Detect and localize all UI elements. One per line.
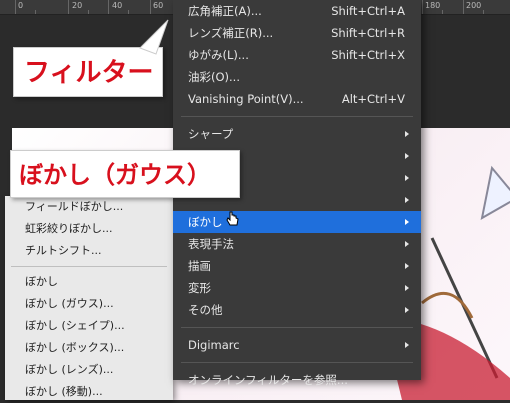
menu-item-render[interactable]: 描画 (173, 255, 421, 277)
submenu-item-lens-blur[interactable]: ぼかし (レンズ)... (5, 359, 173, 381)
submenu-item-box-blur[interactable]: ぼかし (ボックス)... (5, 337, 173, 359)
menu-item-shortcut: Alt+Ctrl+V (341, 92, 405, 106)
menu-item-liquify[interactable]: ゆがみ(L)... Shift+Ctrl+X (173, 44, 421, 66)
menu-item-label: 油彩(O)... (188, 70, 240, 84)
menu-item-label: 広角補正(A)... (188, 4, 262, 18)
ruler-label: 200 (466, 1, 482, 10)
chevron-right-icon (405, 342, 409, 348)
submenu-item-shape-blur[interactable]: ぼかし (シェイプ)... (5, 315, 173, 337)
blur-submenu: フィールドぼかし... 虹彩絞りぼかし... チルトシフト... ぼかし ぼかし… (5, 196, 173, 400)
chevron-right-icon (405, 197, 409, 203)
menu-item-digimarc[interactable]: Digimarc (173, 334, 421, 356)
menu-item-sharpen[interactable]: シャープ (173, 123, 421, 145)
chevron-right-icon (405, 263, 409, 269)
menu-item-distort[interactable]: 変形 (173, 277, 421, 299)
submenu-item-field-blur[interactable]: フィールドぼかし... (5, 196, 173, 218)
chevron-right-icon (405, 131, 409, 137)
menu-item-label: レンズ補正(R)... (188, 26, 274, 40)
submenu-item-tilt-shift[interactable]: チルトシフト... (5, 240, 173, 262)
menu-item-shortcut: Shift+Ctrl+X (331, 48, 405, 62)
menu-item-label: ゆがみ(L)... (188, 48, 249, 62)
gaussian-blur-callout: ぼかし（ガウス） (10, 150, 240, 198)
menu-item-label: その他 (188, 303, 223, 317)
divider (11, 266, 167, 267)
submenu-item-iris-blur[interactable]: 虹彩絞りぼかし... (5, 218, 173, 240)
menu-item-shortcut: Shift+Ctrl+A (331, 4, 405, 18)
ruler-label: 60 (153, 1, 164, 10)
menu-item-label: 描画 (188, 259, 211, 273)
ruler-label: 0 (18, 1, 24, 10)
divider (181, 116, 413, 117)
chevron-right-icon (405, 175, 409, 181)
menu-item-oil-paint[interactable]: 油彩(O)... (173, 66, 421, 88)
menu-item-shortcut: Shift+Ctrl+R (331, 26, 405, 40)
submenu-item-blur[interactable]: ぼかし (5, 271, 173, 293)
menu-item-label: シャープ (188, 127, 234, 141)
menu-item-label: Vanishing Point(V)... (188, 92, 304, 106)
chevron-right-icon (405, 219, 409, 225)
callout-pointer (139, 19, 169, 55)
ruler-label: 180 (425, 1, 441, 10)
menu-item-blur[interactable]: ぼかし (173, 211, 421, 233)
ruler-label: 40 (112, 1, 123, 10)
menu-item-adaptive-wide-angle[interactable]: 広角補正(A)... Shift+Ctrl+A (173, 0, 421, 22)
chevron-right-icon (405, 153, 409, 159)
menu-item-label: 表現手法 (188, 237, 234, 251)
divider (181, 327, 413, 328)
menu-item-lens-correction[interactable]: レンズ補正(R)... Shift+Ctrl+R (173, 22, 421, 44)
chevron-right-icon (405, 307, 409, 313)
chevron-right-icon (405, 285, 409, 291)
chevron-right-icon (405, 241, 409, 247)
menu-item-label: ぼかし (188, 215, 223, 229)
divider (181, 362, 413, 363)
menu-item-label: オンラインフィルターを参照... (188, 373, 348, 387)
menu-item-stylize[interactable]: 表現手法 (173, 233, 421, 255)
submenu-item-gaussian-blur[interactable]: ぼかし (ガウス)... (5, 293, 173, 315)
menu-item-label: Digimarc (188, 338, 240, 352)
menu-item-vanishing-point[interactable]: Vanishing Point(V)... Alt+Ctrl+V (173, 88, 421, 110)
menu-item-other[interactable]: その他 (173, 299, 421, 321)
menu-item-label: 変形 (188, 281, 211, 295)
ruler-label: 20 (72, 1, 83, 10)
hand-cursor-icon (226, 211, 239, 226)
menu-item-browse-online-filters[interactable]: オンラインフィルターを参照... (173, 369, 421, 391)
